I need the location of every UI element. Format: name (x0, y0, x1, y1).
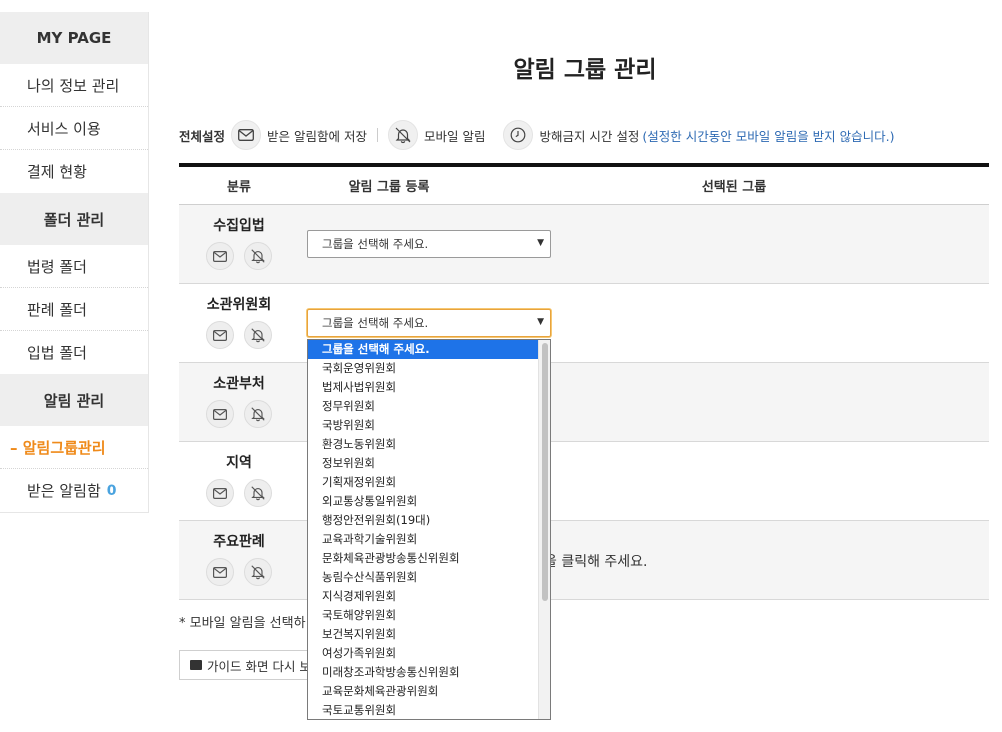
mail-icon[interactable] (206, 558, 234, 586)
clock-icon[interactable] (503, 120, 534, 150)
dropdown-arrow-icon: ▼ (537, 238, 544, 248)
dropdown-arrow-icon: ▼ (537, 317, 544, 327)
category-name: 수집입법 (213, 218, 265, 234)
category-name: 소관위원회 (206, 297, 272, 313)
sidebar-item-service-usage[interactable]: 서비스 이용 (0, 107, 148, 150)
table-row: 소관부처 (179, 363, 989, 442)
do-not-disturb-label: 방해금지 시간 설정 (539, 128, 640, 144)
sidebar-item-inbox[interactable]: 받은 알림함 0 (0, 469, 148, 512)
sidebar-section-folders: 폴더 관리 (0, 193, 148, 245)
mail-icon[interactable] (206, 321, 234, 349)
inbox-count-badge: 0 (106, 482, 117, 499)
dropdown-option[interactable]: 국방위원회 (308, 416, 540, 435)
speech-bubble-icon (190, 660, 202, 670)
mail-icon[interactable] (231, 120, 262, 150)
category-cell: 소관위원회 (179, 284, 299, 362)
sidebar: MY PAGE 나의 정보 관리 서비스 이용 결제 현황 폴더 관리 법령 폴… (0, 12, 149, 513)
global-settings-bar: 전체설정 받은 알림함에 저장 모바일 알림 방해금지 시간 설정 (설정한 시… (179, 118, 895, 152)
bell-off-icon[interactable] (244, 400, 272, 428)
dropdown-option[interactable]: 미래창조과학방송통신위원회 (308, 663, 540, 682)
sidebar-item-legislation-folder[interactable]: 입법 폴더 (0, 331, 148, 374)
category-cell: 소관부처 (179, 363, 299, 441)
header-category: 분류 (227, 180, 251, 195)
dropdown-option[interactable]: 국회운영위원회 (308, 359, 540, 378)
category-cell: 수집입법 (179, 205, 299, 283)
dropdown-scrollbar[interactable] (538, 340, 550, 719)
table-row: 주요판례 을 클릭해 주세요. (179, 521, 989, 600)
dropdown-option[interactable]: 교육문화체육관광위원회 (308, 682, 540, 701)
mobile-alert-label: 모바일 알림 (423, 128, 486, 144)
divider (376, 128, 378, 142)
dropdown-option[interactable]: 국토해양위원회 (308, 606, 540, 625)
category-name: 주요판례 (213, 534, 265, 550)
sidebar-item-payment-status[interactable]: 결제 현황 (0, 150, 148, 193)
table-row: 소관위원회 그룹을 선택해 주세요. ▼ (179, 284, 989, 363)
footnote: * 모바일 알림을 선택하 (179, 616, 306, 631)
sidebar-section-mypage: MY PAGE (0, 12, 148, 64)
global-settings-label: 전체설정 (179, 128, 226, 144)
group-dropdown-list[interactable]: 그룹을 선택해 주세요. 국회운영위원회 법제사법위원회 정무위원회 국방위원회 환경노동… (307, 339, 551, 720)
bell-off-icon[interactable] (244, 321, 272, 349)
alert-group-table: 분류 알림 그룹 등록 선택된 그룹 수집입법 그룹을 선택해 주세요. ▼ 소… (179, 163, 989, 600)
category-name: 지역 (226, 455, 252, 471)
mail-icon[interactable] (206, 242, 234, 270)
header-selected-group: 선택된 그룹 (701, 180, 767, 195)
sidebar-item-law-folder[interactable]: 법령 폴더 (0, 245, 148, 288)
sidebar-item-case-folder[interactable]: 판례 폴더 (0, 288, 148, 331)
table-row: 지역 (179, 442, 989, 521)
sidebar-item-alert-group-management[interactable]: – 알림그룹관리 (0, 426, 148, 469)
group-select-value: 그룹을 선택해 주세요. (322, 237, 429, 251)
dropdown-option[interactable]: 문화체육관광방송통신위원회 (308, 549, 540, 568)
group-select[interactable]: 그룹을 선택해 주세요. ▼ (307, 230, 551, 258)
dropdown-option[interactable]: 여성가족위원회 (308, 644, 540, 663)
dropdown-option[interactable]: 기획재정위원회 (308, 473, 540, 492)
category-cell: 주요판례 (179, 521, 299, 599)
table-header: 분류 알림 그룹 등록 선택된 그룹 (179, 167, 989, 205)
do-not-disturb-note: (설정한 시간동안 모바일 알림을 받지 않습니다.) (642, 128, 895, 144)
table-row: 수집입법 그룹을 선택해 주세요. ▼ (179, 205, 989, 284)
bell-off-icon[interactable] (387, 120, 418, 150)
bell-off-icon[interactable] (244, 242, 272, 270)
save-to-inbox-label: 받은 알림함에 저장 (267, 128, 367, 144)
header-group-register: 알림 그룹 등록 (348, 180, 430, 195)
mail-icon[interactable] (206, 400, 234, 428)
bell-off-icon[interactable] (244, 479, 272, 507)
dropdown-option[interactable]: 행정안전위원회(19대) (308, 511, 540, 530)
mail-icon[interactable] (206, 479, 234, 507)
dropdown-option[interactable]: 보건복지위원회 (308, 625, 540, 644)
dropdown-option[interactable]: 그룹을 선택해 주세요. (308, 340, 540, 359)
bell-off-icon[interactable] (244, 558, 272, 586)
dropdown-option[interactable]: 정보위원회 (308, 454, 540, 473)
selected-group-hint: 을 클릭해 주세요. (544, 554, 648, 570)
dropdown-scrollbar-thumb[interactable] (542, 343, 548, 601)
dropdown-option[interactable]: 농림수산식품위원회 (308, 568, 540, 587)
dropdown-option[interactable]: 법제사법위원회 (308, 378, 540, 397)
dropdown-option[interactable]: 외교통상통일위원회 (308, 492, 540, 511)
sidebar-item-my-info[interactable]: 나의 정보 관리 (0, 64, 148, 107)
dropdown-option[interactable]: 교육과학기술위원회 (308, 530, 540, 549)
dropdown-option[interactable]: 정무위원회 (308, 397, 540, 416)
group-select-open[interactable]: 그룹을 선택해 주세요. ▼ (307, 309, 551, 337)
category-name: 소관부처 (213, 376, 265, 392)
dropdown-option[interactable]: 국토교통위원회 (308, 701, 540, 719)
sidebar-section-alerts: 알림 관리 (0, 374, 148, 426)
dropdown-option[interactable]: 환경노동위원회 (308, 435, 540, 454)
sidebar-item-inbox-label: 받은 알림함 (27, 482, 101, 500)
page-title: 알림 그룹 관리 (513, 57, 657, 83)
category-cell: 지역 (179, 442, 299, 520)
dropdown-option[interactable]: 지식경제위원회 (308, 587, 540, 606)
group-select-value: 그룹을 선택해 주세요. (322, 316, 429, 330)
guide-replay-label: 가이드 화면 다시 보 (207, 658, 311, 674)
